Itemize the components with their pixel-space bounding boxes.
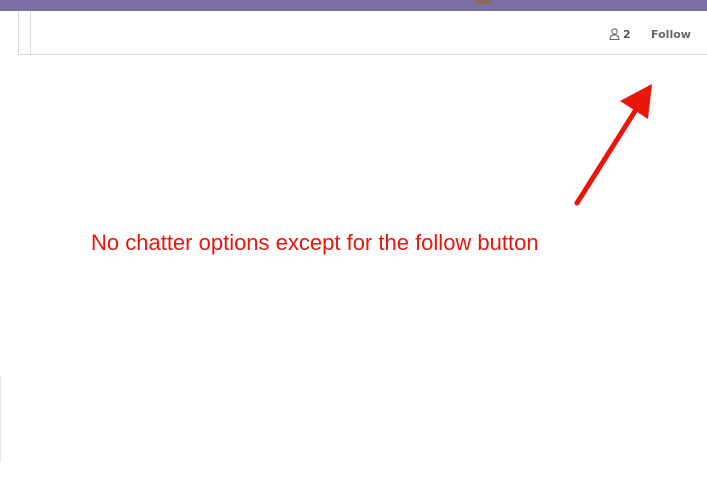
left-edge-divider	[0, 376, 1, 462]
annotation-text: No chatter options except for the follow…	[91, 230, 539, 255]
